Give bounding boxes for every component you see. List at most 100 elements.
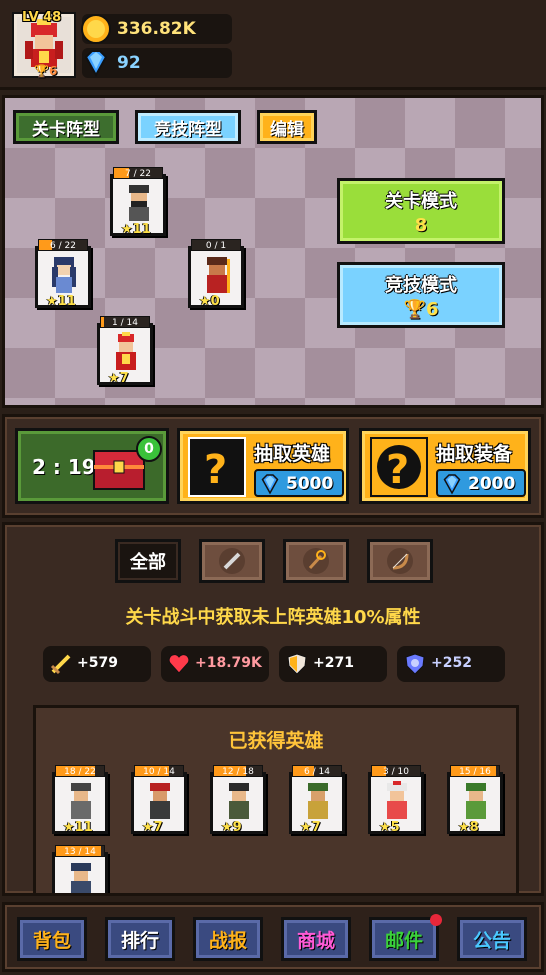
hero-fragment-bar: 1 / 14 <box>100 316 150 328</box>
trophy-icon: 🏆 <box>34 64 49 78</box>
hero-stars: ★11 <box>46 294 76 309</box>
owned-hero-card[interactable]: 15 / 16 ★8 <box>447 765 503 835</box>
owned-hero-card[interactable]: 6 / 14 ★7 <box>289 765 345 835</box>
hero-portrait-icon <box>466 783 486 819</box>
sword-icon <box>50 654 71 675</box>
owned-hero-card[interactable]: 12 / 18 ★9 <box>210 765 266 835</box>
stage-mode-card[interactable]: 关卡模式 8 <box>337 178 505 244</box>
nav-ranking-label: 排行 <box>120 929 159 952</box>
hero-fragment-count: 15 / 16 <box>459 767 491 777</box>
hero-portrait-icon <box>229 783 249 819</box>
hero-stars: ★7 <box>300 820 321 835</box>
draw-hero-label: 抽取英雄 <box>254 443 331 465</box>
hero-portrait-icon <box>207 257 230 293</box>
free-chest[interactable]: 2 : 19 0 <box>15 428 169 504</box>
owned-hero-card[interactable]: 13 / 14 <box>52 845 108 893</box>
svg-text:?: ? <box>204 447 227 493</box>
gold-coin-icon <box>81 14 111 44</box>
nav-ranking[interactable]: 排行 <box>105 917 175 961</box>
hero-fragment-bar: 3 / 10 <box>371 765 421 777</box>
nav-shop[interactable]: 商城 <box>281 917 351 961</box>
bottom-nav: 背包 排行 战报 商城 邮件 公告 <box>2 902 544 972</box>
hero-fragment-count: 0 / 1 <box>205 241 227 251</box>
owned-hero-card[interactable]: 18 / 22 ★11 <box>52 765 108 835</box>
hero-portrait-icon <box>71 783 91 819</box>
top-bar: LV 48 🏆6 336.82K 92 <box>0 0 546 90</box>
arena-mode-value: 🏆6 <box>340 299 502 320</box>
formation-hero-slot[interactable]: 7 / 22 ★11 <box>110 167 166 237</box>
stat-hp-value: +18.79K <box>195 655 262 671</box>
hero-stars: ★11 <box>63 820 93 835</box>
player-level: LV 48 <box>22 10 62 25</box>
bow-icon <box>387 548 413 574</box>
hero-fragment-count: 10 / 14 <box>143 767 175 777</box>
draw-hero-button[interactable]: ? 抽取英雄 5000 <box>177 428 349 504</box>
notification-dot <box>430 914 442 926</box>
shop-strip: 2 : 19 0 ? 抽取英雄 5000 ? 抽取装备 2000 <box>2 414 544 518</box>
formation-board: 关卡阵型 竞技阵型 编辑 关卡模式 8 竞技模式 🏆6 7 / 22 ★11 6… <box>2 95 544 408</box>
hero-stars: ★7 <box>108 371 129 386</box>
tab-stage-formation[interactable]: 关卡阵型 <box>13 110 119 144</box>
nav-mail[interactable]: 邮件 <box>369 914 442 961</box>
arena-mode-card[interactable]: 竞技模式 🏆6 <box>337 262 505 328</box>
hero-stars-value: 11 <box>74 820 93 835</box>
tab-arena-formation[interactable]: 竞技阵型 <box>135 110 241 144</box>
hero-stars-value: 7 <box>153 820 163 835</box>
stat-defense: +271 <box>279 646 387 682</box>
owned-heroes-title: 已获得英雄 <box>228 730 324 752</box>
draw-equipment-cost: 2000 <box>436 469 526 497</box>
nav-announcement[interactable]: 公告 <box>457 917 527 961</box>
hero-fragment-bar: 6 / 22 <box>38 239 88 251</box>
diamond-icon <box>84 50 108 78</box>
nav-announcement-label: 公告 <box>472 929 511 952</box>
hero-fragment-count: 6 / 14 <box>304 767 330 777</box>
hero-stars-value: 5 <box>390 820 400 835</box>
magic-shield-icon <box>405 653 425 675</box>
formation-hero-slot[interactable]: 0 / 1 ★0 <box>188 239 244 309</box>
hero-stars-value: 11 <box>57 294 76 309</box>
chest-timer: 2 : 19 <box>32 455 96 479</box>
diamond-icon <box>261 474 279 495</box>
hero-stars: ★0 <box>199 294 220 309</box>
draw-equipment-cost-value: 2000 <box>468 474 516 494</box>
stat-hp: +18.79K <box>161 646 269 682</box>
nav-shop-label: 商城 <box>296 929 335 952</box>
stage-mode-title: 关卡模式 <box>385 191 457 212</box>
hero-stars: ★8 <box>458 820 479 835</box>
arena-mode-value-text: 6 <box>425 299 439 320</box>
gem-bar: 92 <box>82 48 232 78</box>
hero-stars-value: 8 <box>469 820 479 835</box>
filter-all-button[interactable]: 全部 <box>115 539 181 583</box>
draw-hero-cost-value: 5000 <box>286 474 334 494</box>
hero-stars-value: 0 <box>210 294 220 309</box>
filter-bow-button[interactable] <box>367 539 433 583</box>
formation-hero-slot[interactable]: 1 / 14 ★7 <box>97 316 153 386</box>
owned-hero-card[interactable]: 10 / 14 ★7 <box>131 765 187 835</box>
edit-button[interactable]: 编辑 <box>257 110 317 144</box>
filter-sword-button[interactable] <box>199 539 265 583</box>
hero-fragment-bar: 18 / 22 <box>55 765 105 777</box>
formation-hero-slot[interactable]: 6 / 22 ★11 <box>35 239 91 309</box>
hero-stars: ★11 <box>121 222 151 237</box>
mystery-equipment-icon: ? <box>370 437 428 497</box>
filter-staff-button[interactable] <box>283 539 349 583</box>
hero-stars: ★9 <box>221 820 242 835</box>
hero-fragment-count: 7 / 22 <box>125 169 151 179</box>
hero-fragment-count: 1 / 14 <box>112 318 138 328</box>
shield-icon <box>287 653 307 675</box>
filter-all-label: 全部 <box>130 552 166 573</box>
draw-equipment-button[interactable]: ? 抽取装备 2000 <box>359 428 531 504</box>
hero-fragment-bar: 12 / 18 <box>213 765 263 777</box>
hero-stars: ★7 <box>142 820 163 835</box>
hero-portrait-icon <box>116 332 136 370</box>
player-cups-value: 6 <box>48 64 58 78</box>
hero-portrait-icon <box>308 783 328 819</box>
nav-backpack-label: 背包 <box>32 929 71 952</box>
hero-fragment-bar: 13 / 14 <box>55 845 105 857</box>
hero-stars-value: 7 <box>119 371 129 386</box>
owned-hero-card[interactable]: 3 / 10 ★5 <box>368 765 424 835</box>
nav-battle-report[interactable]: 战报 <box>193 917 263 961</box>
stat-magic-defense-value: +252 <box>431 655 472 671</box>
nav-backpack[interactable]: 背包 <box>17 917 87 961</box>
stage-mode-value: 8 <box>414 215 428 236</box>
